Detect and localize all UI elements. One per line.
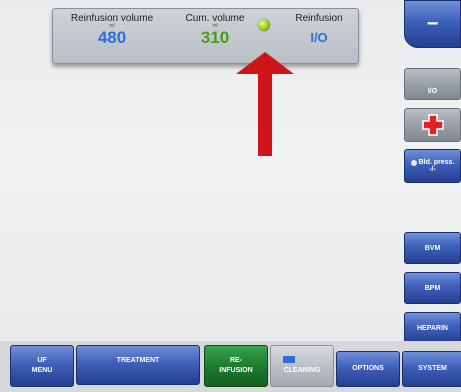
minus-icon: −: [426, 12, 439, 35]
reinfusion-volume-cell: Reinfusion volume ml 480: [65, 13, 159, 47]
heparin-button[interactable]: HEPARIN: [404, 312, 461, 344]
options-tab[interactable]: OPTIONS: [336, 351, 400, 387]
bpm-button[interactable]: BPM: [404, 272, 461, 304]
cleaning-label: CLEANING: [283, 367, 321, 374]
cum-volume-value: 310: [200, 28, 230, 47]
bld-press-label: Bld. press.: [418, 159, 455, 166]
treatment-label: TREATMENT: [116, 357, 160, 364]
reinfusion-io-value: I/O: [310, 30, 328, 45]
dialysis-screen: Reinfusion volume ml 480 Cum. volume ml …: [0, 0, 461, 392]
options-label: OPTIONS: [352, 365, 384, 372]
reinfusion-tab-label: RE- INFUSION: [219, 357, 253, 374]
reinfusion-volume-value: 480: [97, 28, 127, 47]
system-tab[interactable]: SYSTEM: [402, 351, 461, 387]
bvm-label: BVM: [424, 244, 441, 252]
system-label: SYSTEM: [418, 365, 447, 372]
bld-press-button[interactable]: Bld. press. -/-: [404, 149, 461, 183]
heparin-label: HEPARIN: [417, 324, 448, 332]
add-button[interactable]: [404, 108, 461, 142]
treatment-tab[interactable]: TREATMENT: [76, 345, 200, 385]
io-button[interactable]: I/O: [404, 68, 461, 100]
reinfusion-tab[interactable]: RE- INFUSION: [204, 345, 268, 387]
bpm-label: BPM: [424, 284, 441, 292]
uf-menu-button[interactable]: UF MENU: [10, 345, 74, 387]
io-button-label: I/O: [427, 88, 438, 95]
bld-press-value: -/-: [429, 166, 436, 173]
cleaning-tab[interactable]: CLEANING: [270, 345, 334, 387]
cleaning-indicator-icon: [283, 356, 295, 363]
status-led-icon: [258, 19, 270, 31]
cum-volume-cell: Cum. volume ml 310: [175, 13, 255, 47]
plus-icon: [421, 114, 444, 136]
indicator-dot-icon: [410, 159, 417, 166]
info-panel: Reinfusion volume ml 480 Cum. volume ml …: [52, 8, 359, 64]
uf-menu-label: UF MENU: [31, 357, 53, 374]
red-arrow-icon: [236, 52, 294, 156]
reinfusion-status-cell[interactable]: Reinfusion I/O: [289, 13, 349, 47]
bvm-button[interactable]: BVM: [404, 232, 461, 264]
minus-button[interactable]: −: [404, 0, 461, 48]
